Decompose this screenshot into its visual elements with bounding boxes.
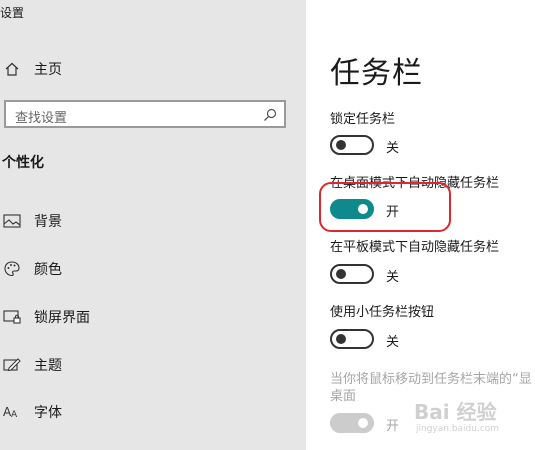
toggle-autohide-tablet[interactable]: [330, 264, 374, 284]
sidebar: 设置 主页 查找设置 个性化 背景 颜色 锁屏界面 主题 A A 字体: [0, 0, 306, 450]
toggle-peek[interactable]: [330, 413, 374, 433]
sidebar-item-label: 颜色: [34, 262, 62, 278]
sidebar-item-colors[interactable]: 颜色: [0, 254, 300, 284]
section-heading: 个性化: [2, 155, 44, 171]
sidebar-item-fonts[interactable]: A A 字体: [0, 397, 300, 427]
search-placeholder: 查找设置: [15, 111, 68, 126]
setting-label-autohide-tablet: 在平板模式下自动隐藏任务栏: [330, 240, 500, 255]
sidebar-item-label: 主题: [34, 358, 62, 374]
toggle-small-buttons[interactable]: [330, 329, 374, 349]
toggle-state-label: 关: [386, 141, 400, 156]
toggle-knob: [336, 140, 346, 150]
picture-icon: [3, 212, 21, 230]
sidebar-item-home[interactable]: 主页: [0, 54, 300, 84]
toggle-knob: [358, 418, 368, 428]
sidebar-item-label: 字体: [34, 405, 62, 421]
main-panel: 任务栏 锁定任务栏 关 在桌面模式下自动隐藏任务栏 开 在平板模式下自动隐藏任务…: [306, 0, 535, 450]
settings-window: 设置 主页 查找设置 个性化 背景 颜色 锁屏界面 主题 A A 字体 任务栏 …: [0, 0, 535, 450]
search-input[interactable]: 查找设置: [4, 100, 286, 128]
setting-label-lock-taskbar: 锁定任务栏: [330, 112, 396, 127]
setting-label-peek-line2: 桌面: [330, 389, 357, 404]
palette-icon: [3, 260, 21, 278]
watermark: Bai 经验 jingyan.baidu.com: [414, 394, 534, 444]
setting-label-peek: 当你将鼠标移动到任务栏末端的“显: [330, 372, 532, 387]
sidebar-item-label: 背景: [34, 214, 62, 230]
toggle-state-label: 开: [386, 419, 400, 434]
sidebar-item-label: 锁屏界面: [34, 310, 90, 326]
theme-icon: [3, 356, 21, 374]
toggle-state-label: 开: [386, 205, 400, 220]
toggle-knob: [358, 204, 368, 214]
toggle-autohide-desktop[interactable]: [330, 199, 374, 219]
toggle-knob: [336, 269, 346, 279]
toggle-state-label: 关: [386, 270, 400, 285]
toggle-lock-taskbar[interactable]: [330, 135, 374, 155]
home-icon: [3, 60, 21, 78]
svg-text:A: A: [11, 410, 18, 420]
font-icon: A A: [3, 403, 21, 421]
sidebar-item-background[interactable]: 背景: [0, 206, 300, 236]
page-title: 任务栏: [330, 56, 423, 91]
watermark-sub: jingyan.baidu.com: [416, 424, 500, 434]
setting-label-small-buttons: 使用小任务栏按钮: [330, 305, 435, 320]
search-icon[interactable]: [262, 107, 278, 123]
sidebar-item-themes[interactable]: 主题: [0, 350, 300, 380]
toggle-state-label: 关: [386, 335, 400, 350]
watermark-text: Bai 经验: [414, 400, 497, 424]
app-title: 设置: [0, 6, 25, 20]
toggle-knob: [336, 334, 346, 344]
sidebar-item-label: 主页: [34, 62, 62, 78]
lock-screen-icon: [3, 308, 21, 326]
sidebar-item-lock-screen[interactable]: 锁屏界面: [0, 302, 300, 332]
